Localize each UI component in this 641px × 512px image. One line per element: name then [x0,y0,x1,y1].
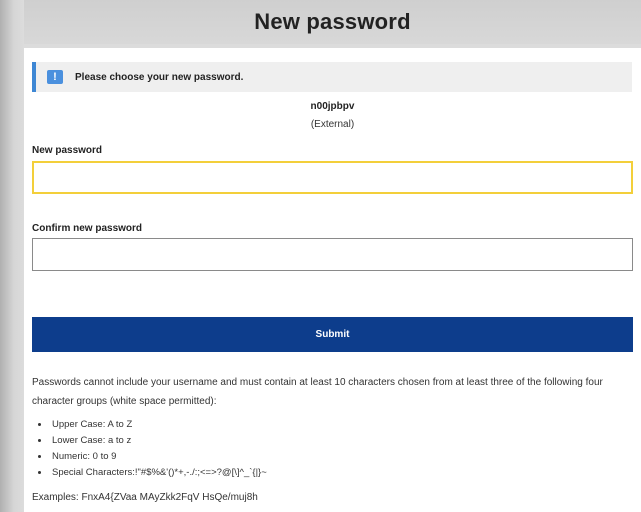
page-title: New password [254,9,411,34]
password-rules-text: Passwords cannot include your username a… [32,377,603,407]
submit-button[interactable]: Submit [32,317,633,352]
new-password-label: New password [32,145,103,156]
rule-item: Lower Case: a to z [50,433,267,449]
rule-item: Special Characters:!"#$%&'()*+,-./:;<=>?… [50,465,267,481]
user-type: (External) [310,119,355,130]
confirm-password-field[interactable] [32,238,633,271]
password-form-card: ! Please choose your new password. n00jp… [24,48,641,512]
info-icon: ! [47,70,63,84]
rule-item: Numeric: 0 to 9 [50,449,267,465]
password-rules-list: Upper Case: A to Z Lower Case: a to z Nu… [32,417,267,481]
rule-item: Upper Case: A to Z [50,417,267,433]
new-password-field[interactable] [32,161,633,194]
username: n00jpbpv [310,101,355,112]
notice-text: Please choose your new password. [75,71,244,83]
page: New password ! Please choose your new pa… [0,0,641,512]
page-header: New password [24,0,641,44]
confirm-password-label: Confirm new password [32,223,143,234]
password-examples: Examples: FnxA4{ZVaa MAyZkk2FqV HsQe/muj… [32,492,258,503]
info-notice: ! Please choose your new password. [32,62,632,92]
